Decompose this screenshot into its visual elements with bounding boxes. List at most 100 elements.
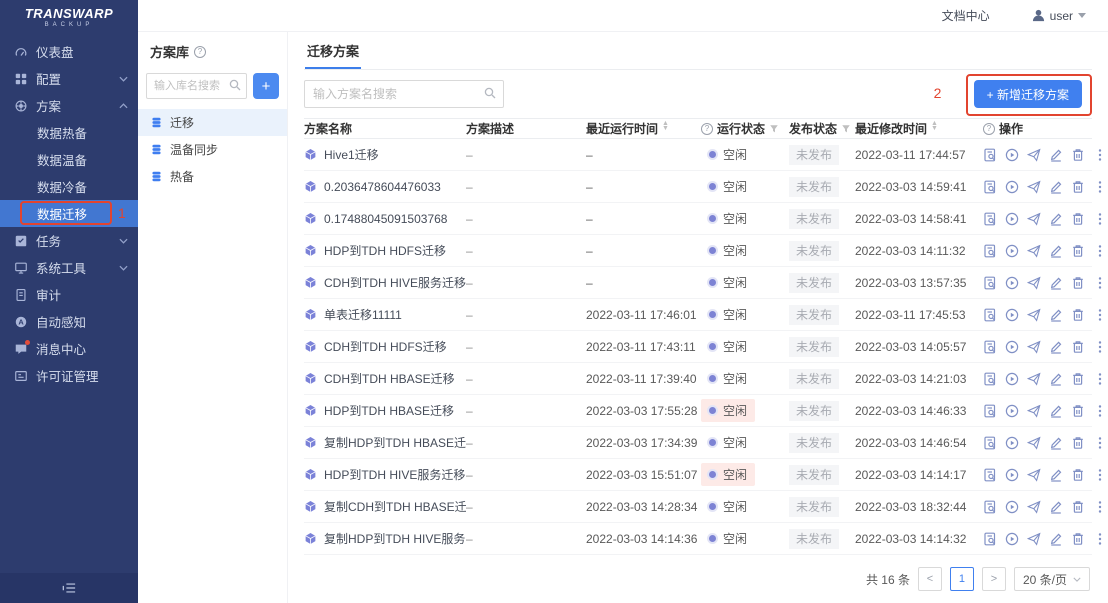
edit-plan-button[interactable] [1049,276,1063,290]
current-page-button[interactable]: 1 [950,567,974,591]
run-plan-button[interactable] [1005,212,1019,226]
publish-plan-button[interactable] [1027,308,1041,322]
run-plan-button[interactable] [1005,180,1019,194]
edit-plan-button[interactable] [1049,372,1063,386]
run-plan-button[interactable] [1005,244,1019,258]
table-row[interactable]: 复制HDP到TDH HIVE服务... – 2022-03-03 14:14:3… [304,523,1092,555]
run-plan-button[interactable] [1005,468,1019,482]
sidebar-item-data-cold-backup[interactable]: 数据冷备 [0,173,138,200]
plan-name[interactable]: 复制CDH到TDH HBASE迁移 [324,498,466,515]
delete-plan-button[interactable] [1071,436,1085,450]
more-actions-button[interactable] [1093,500,1107,514]
sidebar-item-data-migration[interactable]: 数据迁移 1 [0,200,138,227]
sidebar-item-config[interactable]: 配置 [0,65,138,92]
view-log-button[interactable] [983,500,997,514]
publish-plan-button[interactable] [1027,468,1041,482]
filter-funnel-icon[interactable] [769,124,779,134]
more-actions-button[interactable] [1093,244,1107,258]
edit-plan-button[interactable] [1049,500,1063,514]
delete-plan-button[interactable] [1071,372,1085,386]
table-row[interactable]: HDP到TDH HBASE迁移 – 2022-03-03 17:55:28 空闲… [304,395,1092,427]
view-log-button[interactable] [983,404,997,418]
table-row[interactable]: CDH到TDH HBASE迁移 – 2022-03-11 17:39:40 空闲… [304,363,1092,395]
more-actions-button[interactable] [1093,180,1107,194]
publish-plan-button[interactable] [1027,436,1041,450]
view-log-button[interactable] [983,308,997,322]
table-row[interactable]: 单表迁移11111 – 2022-03-11 17:46:01 空闲 未发布 2… [304,299,1092,331]
delete-plan-button[interactable] [1071,212,1085,226]
delete-plan-button[interactable] [1071,308,1085,322]
sidebar-item-plans[interactable]: 方案 [0,92,138,119]
publish-plan-button[interactable] [1027,404,1041,418]
plan-name[interactable]: 0.2036478604476033 [324,180,441,194]
run-plan-button[interactable] [1005,308,1019,322]
edit-plan-button[interactable] [1049,308,1063,322]
more-actions-button[interactable] [1093,340,1107,354]
user-menu[interactable]: user [1032,9,1086,23]
plan-name[interactable]: HDP到TDH HBASE迁移 [324,402,454,419]
next-page-button[interactable]: > [982,567,1006,591]
add-migration-plan-button[interactable]: + 新增迁移方案 [974,80,1082,108]
sorter-icon[interactable]: ▲▼ [662,124,669,134]
edit-plan-button[interactable] [1049,436,1063,450]
edit-plan-button[interactable] [1049,244,1063,258]
library-item-warm-sync[interactable]: 温备同步 [138,136,287,163]
sidebar-item-message-center[interactable]: 消息中心 [0,335,138,362]
publish-plan-button[interactable] [1027,372,1041,386]
sidebar-item-dashboard[interactable]: 仪表盘 [0,38,138,65]
edit-plan-button[interactable] [1049,180,1063,194]
delete-plan-button[interactable] [1071,500,1085,514]
delete-plan-button[interactable] [1071,340,1085,354]
more-actions-button[interactable] [1093,212,1107,226]
plan-name[interactable]: 复制HDP到TDH HIVE服务... [324,530,466,547]
sidebar-item-audit[interactable]: 审计 [0,281,138,308]
header-publish-status[interactable]: 发布状态 [789,120,855,137]
more-actions-button[interactable] [1093,372,1107,386]
view-log-button[interactable] [983,148,997,162]
view-log-button[interactable] [983,468,997,482]
more-actions-button[interactable] [1093,468,1107,482]
more-actions-button[interactable] [1093,276,1107,290]
publish-plan-button[interactable] [1027,244,1041,258]
plan-search-input[interactable] [304,80,504,108]
view-log-button[interactable] [983,212,997,226]
sidebar-collapse-toggle[interactable] [0,573,138,603]
table-row[interactable]: HDP到TDH HIVE服务迁移 – 2022-03-03 15:51:07 空… [304,459,1092,491]
plan-name[interactable]: CDH到TDH HIVE服务迁移 [324,274,466,291]
plan-name[interactable]: 0.17488045091503768 [324,212,447,226]
edit-plan-button[interactable] [1049,532,1063,546]
run-plan-button[interactable] [1005,500,1019,514]
sidebar-item-system-tools[interactable]: 系统工具 [0,254,138,281]
sidebar-item-auto-sense[interactable]: A 自动感知 [0,308,138,335]
run-plan-button[interactable] [1005,532,1019,546]
run-plan-button[interactable] [1005,340,1019,354]
plan-name[interactable]: CDH到TDH HBASE迁移 [324,370,455,387]
more-actions-button[interactable] [1093,308,1107,322]
edit-plan-button[interactable] [1049,404,1063,418]
filter-funnel-icon[interactable] [841,124,851,134]
more-actions-button[interactable] [1093,404,1107,418]
view-log-button[interactable] [983,276,997,290]
view-log-button[interactable] [983,532,997,546]
view-log-button[interactable] [983,340,997,354]
edit-plan-button[interactable] [1049,468,1063,482]
sidebar-item-tasks[interactable]: 任务 [0,227,138,254]
delete-plan-button[interactable] [1071,148,1085,162]
tab-migration-plan[interactable]: 迁移方案 [305,32,361,69]
more-actions-button[interactable] [1093,436,1107,450]
run-plan-button[interactable] [1005,436,1019,450]
plan-name[interactable]: 复制HDP到TDH HBASE迁移 [324,434,466,451]
more-actions-button[interactable] [1093,148,1107,162]
run-plan-button[interactable] [1005,276,1019,290]
table-row[interactable]: CDH到TDH HIVE服务迁移 – – 空闲 未发布 2022-03-03 1… [304,267,1092,299]
plan-name[interactable]: HDP到TDH HDFS迁移 [324,242,446,259]
header-last-run[interactable]: 最近运行时间▲▼ [586,120,701,137]
publish-plan-button[interactable] [1027,276,1041,290]
plan-name[interactable]: CDH到TDH HDFS迁移 [324,338,447,355]
edit-plan-button[interactable] [1049,148,1063,162]
run-plan-button[interactable] [1005,148,1019,162]
view-log-button[interactable] [983,436,997,450]
sidebar-item-data-warm-backup[interactable]: 数据温备 [0,146,138,173]
table-row[interactable]: 0.2036478604476033 – – 空闲 未发布 2022-03-03… [304,171,1092,203]
delete-plan-button[interactable] [1071,468,1085,482]
